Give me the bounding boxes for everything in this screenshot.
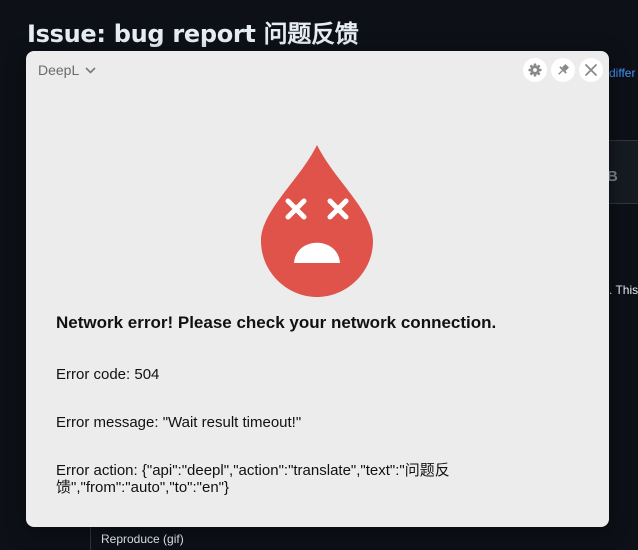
issue-title: Issue: bug report 问题反馈 bbox=[27, 20, 359, 48]
close-button[interactable] bbox=[579, 58, 603, 82]
error-action: Error action: {"api":"deepl","action":"t… bbox=[56, 462, 450, 496]
settings-button[interactable] bbox=[523, 58, 547, 82]
sad-drop-icon bbox=[261, 145, 373, 297]
error-message: Error message: "Wait result timeout!" bbox=[56, 414, 302, 431]
engine-label: DeepL bbox=[38, 62, 80, 78]
error-code: Error code: 504 bbox=[56, 366, 160, 383]
pin-button[interactable] bbox=[551, 58, 575, 82]
pin-icon bbox=[558, 64, 569, 75]
reproduce-heading: Reproduce (gif) bbox=[101, 532, 184, 546]
translation-popup: DeepL Network error! Please check your n… bbox=[26, 51, 609, 527]
issue-body-text: . This bbox=[609, 283, 638, 297]
chevron-down-icon bbox=[85, 66, 96, 74]
error-title: Network error! Please check your network… bbox=[56, 313, 497, 332]
differences-link[interactable]: differ bbox=[609, 66, 635, 80]
gear-icon bbox=[528, 63, 542, 77]
engine-selector[interactable]: DeepL bbox=[38, 62, 96, 78]
popup-toolbar bbox=[523, 58, 603, 82]
close-icon bbox=[585, 64, 597, 76]
